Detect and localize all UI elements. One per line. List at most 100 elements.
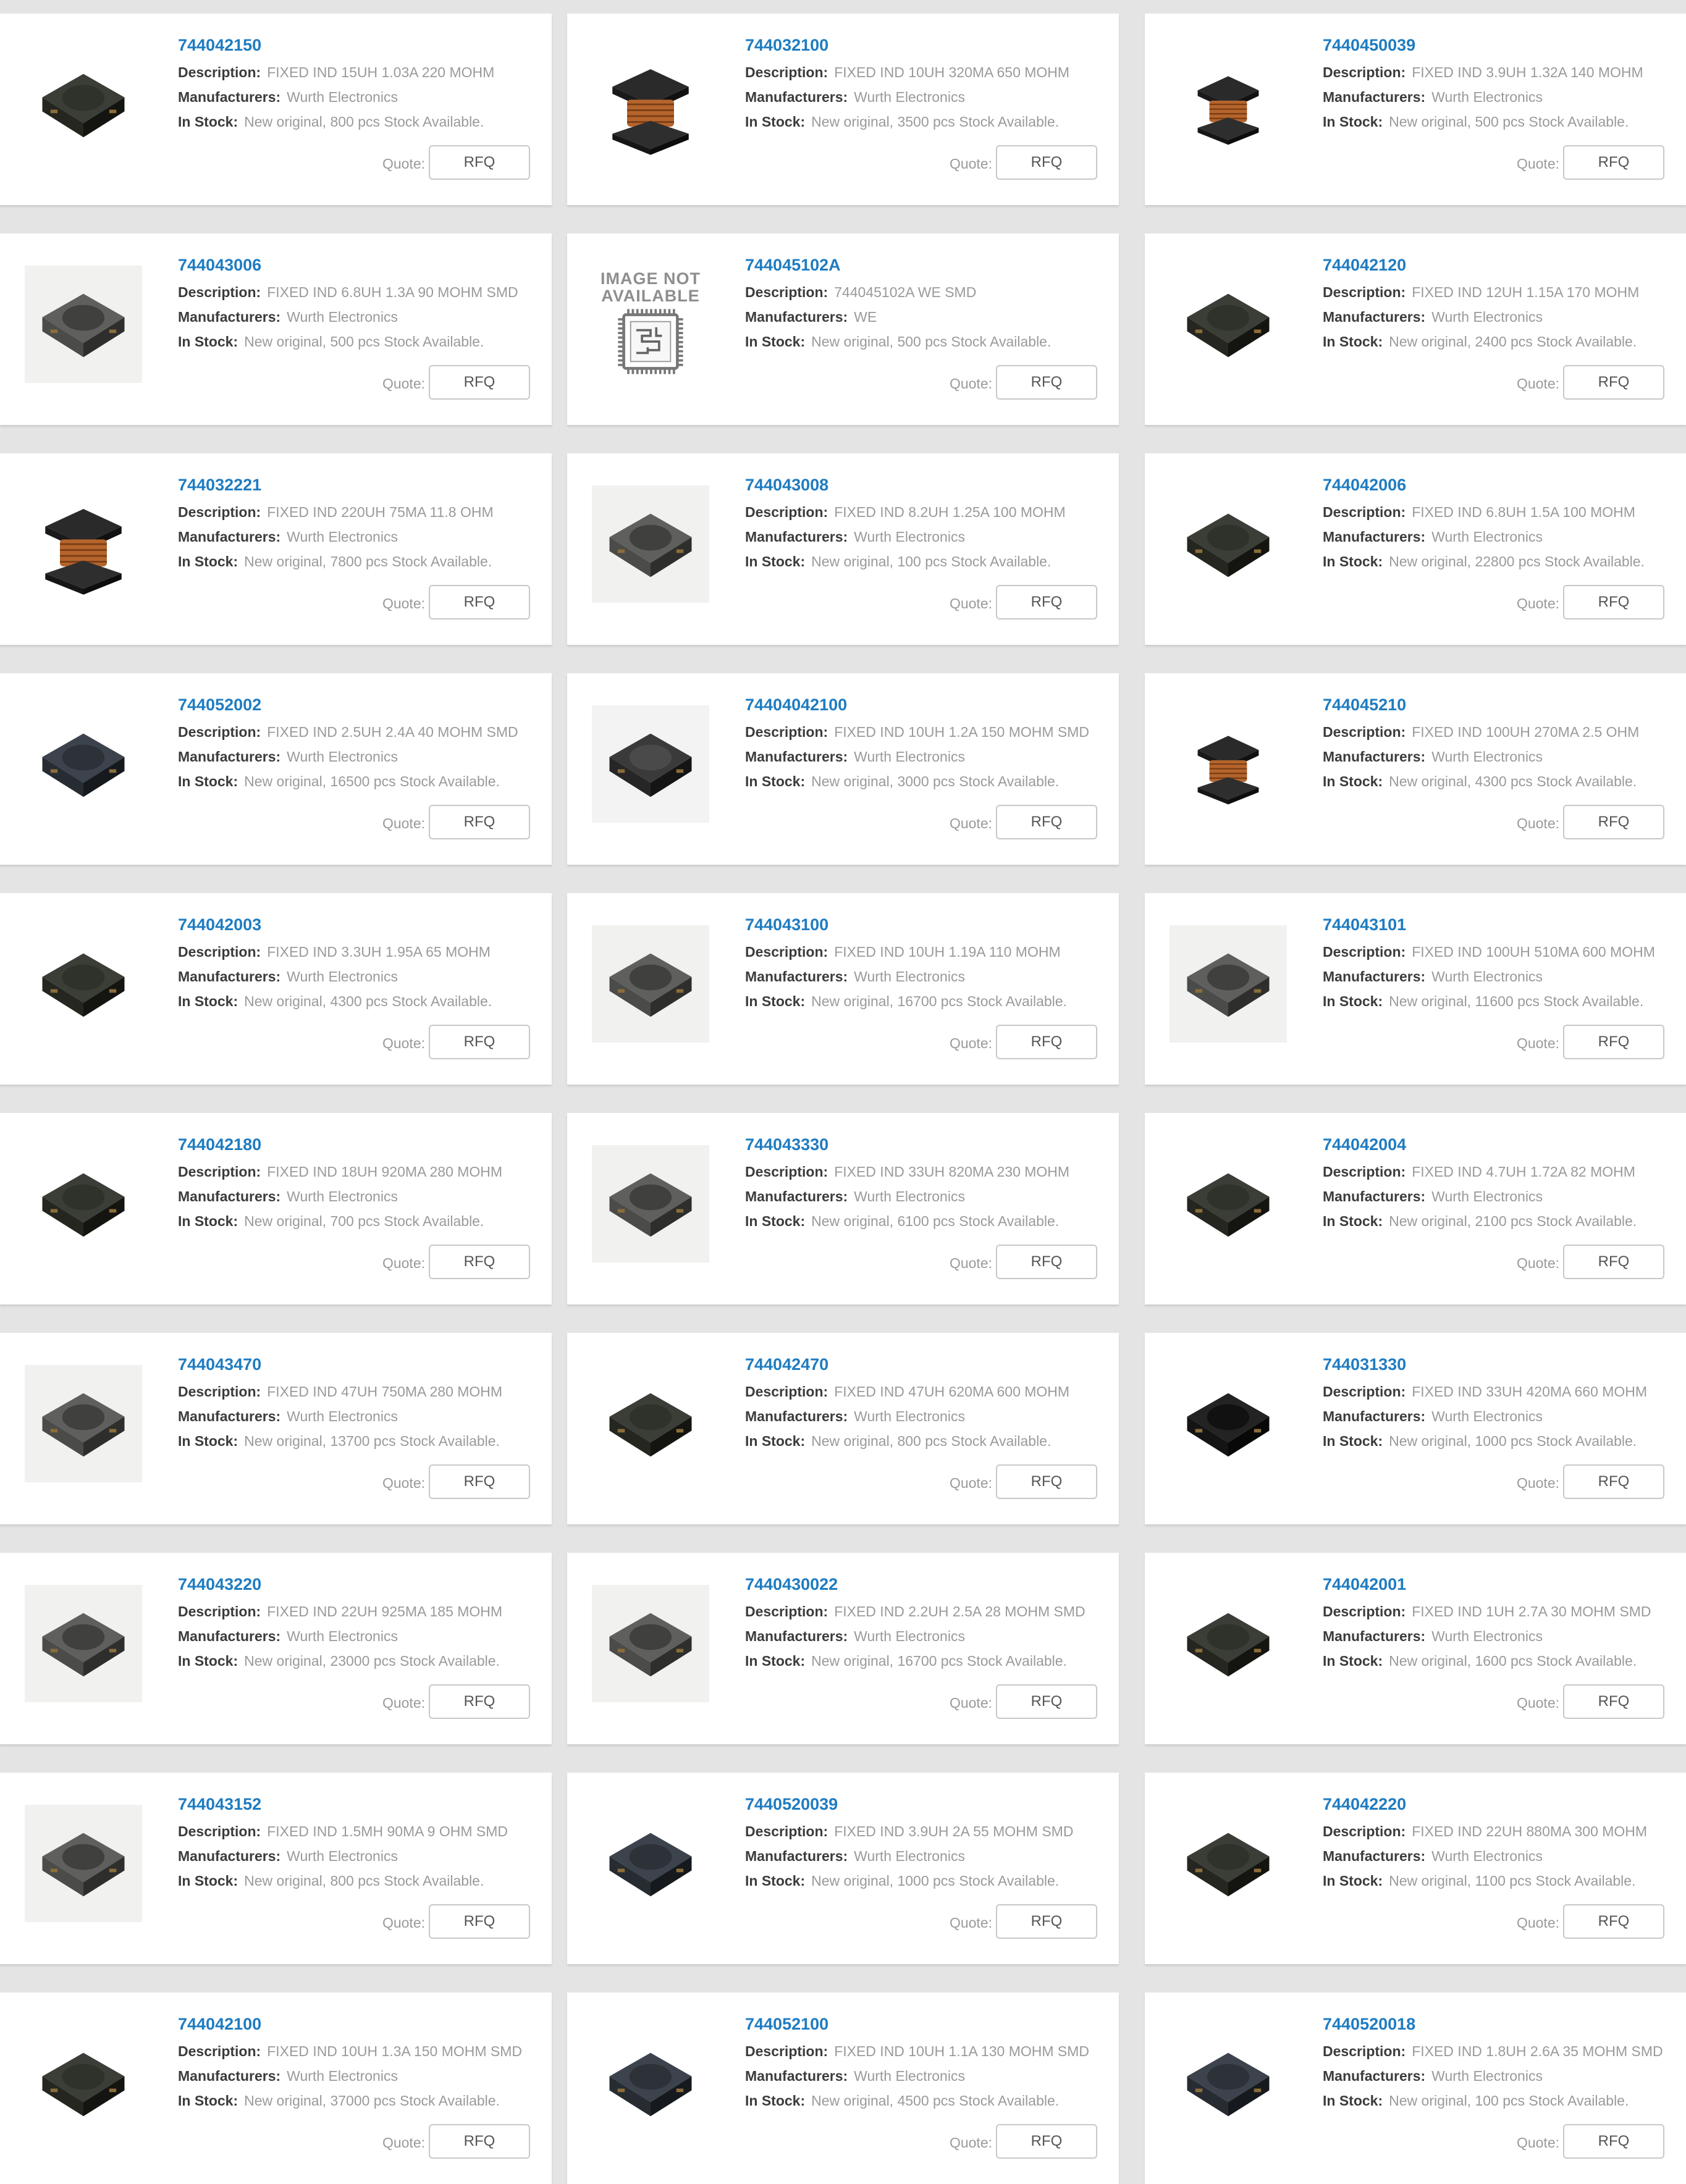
rfq-button[interactable]: RFQ (1563, 1904, 1664, 1939)
rfq-button[interactable]: RFQ (1563, 1684, 1664, 1719)
part-number-link[interactable]: 744042004 (1323, 1135, 1406, 1154)
shielded-inductor-charcoal-icon[interactable] (592, 705, 709, 823)
part-number-link[interactable]: 7440520039 (745, 1795, 838, 1814)
rfq-button[interactable]: RFQ (1563, 1245, 1664, 1279)
shielded-inductor-slate-icon[interactable] (592, 2025, 709, 2142)
shielded-inductor-dark-icon[interactable] (1170, 266, 1287, 383)
part-number-link[interactable]: 7440520018 (1323, 2015, 1415, 2034)
rfq-button[interactable]: RFQ (1563, 1025, 1664, 1059)
product-card: 7440430022 Description: FIXED IND 2.2UH 2… (567, 1553, 1119, 1744)
image-not-available-icon[interactable]: IMAGE NOT AVAILABLE (592, 266, 709, 383)
part-number-link[interactable]: 744052100 (745, 2015, 828, 2034)
rfq-button[interactable]: RFQ (996, 1245, 1097, 1279)
part-number-link[interactable]: 744042150 (178, 36, 261, 55)
quote-label: Quote: (949, 1695, 992, 1711)
shielded-inductor-dark-icon[interactable] (1170, 1585, 1287, 1702)
rfq-button[interactable]: RFQ (429, 1464, 530, 1499)
part-number-link[interactable]: 744043008 (745, 476, 828, 495)
rfq-button[interactable]: RFQ (1563, 585, 1664, 620)
rfq-button[interactable]: RFQ (1563, 1464, 1664, 1499)
part-number-link[interactable]: 744042120 (1323, 256, 1406, 275)
shielded-inductor-gray-icon[interactable] (25, 1805, 142, 1922)
part-number-link[interactable]: 744042001 (1323, 1575, 1406, 1594)
quote-label: Quote: (382, 1255, 425, 1271)
shielded-inductor-slate-icon[interactable] (592, 1805, 709, 1922)
part-number-link[interactable]: 744042003 (178, 915, 261, 934)
rfq-button[interactable]: RFQ (996, 365, 1097, 400)
wirewound-inductor-small-icon[interactable] (1170, 705, 1287, 823)
wirewound-inductor-large-icon[interactable] (592, 46, 709, 163)
shielded-inductor-gray-icon[interactable] (592, 925, 709, 1043)
shielded-inductor-gray-icon[interactable] (25, 1585, 142, 1702)
rfq-button[interactable]: RFQ (996, 2124, 1097, 2159)
part-number-link[interactable]: 744045210 (1323, 695, 1406, 715)
part-number-link[interactable]: 744043006 (178, 256, 261, 275)
rfq-button[interactable]: RFQ (996, 805, 1097, 839)
rfq-button[interactable]: RFQ (996, 1464, 1097, 1499)
part-number-link[interactable]: 74404042100 (745, 695, 847, 715)
wirewound-inductor-small-icon[interactable] (1170, 46, 1287, 163)
part-number-link[interactable]: 744052002 (178, 695, 261, 715)
rfq-button[interactable]: RFQ (429, 145, 530, 180)
shielded-inductor-slate-icon[interactable] (25, 705, 142, 823)
part-number-link[interactable]: 744043330 (745, 1135, 828, 1154)
manufacturer-value: Wurth Electronics (854, 529, 965, 545)
part-number-link[interactable]: 744045102A (745, 256, 841, 275)
shielded-inductor-gray-icon[interactable] (592, 1585, 709, 1702)
part-number-link[interactable]: 744042220 (1323, 1795, 1406, 1814)
rfq-button[interactable]: RFQ (996, 1904, 1097, 1939)
part-number-link[interactable]: 744042006 (1323, 476, 1406, 495)
shielded-inductor-gray-icon[interactable] (25, 266, 142, 383)
shielded-inductor-dark-icon[interactable] (1170, 485, 1287, 603)
part-number-link[interactable]: 744043470 (178, 1355, 261, 1374)
shielded-inductor-slate-icon[interactable] (1170, 2025, 1287, 2142)
rfq-button[interactable]: RFQ (429, 1025, 530, 1059)
part-number-link[interactable]: 744042180 (178, 1135, 261, 1154)
part-number-link[interactable]: 7440430022 (745, 1575, 838, 1594)
part-number-link[interactable]: 744043101 (1323, 915, 1406, 934)
shielded-inductor-dark-icon[interactable] (25, 925, 142, 1043)
rfq-button[interactable]: RFQ (996, 1684, 1097, 1719)
manufacturer-line: Manufacturers: Wurth Electronics (1323, 749, 1543, 765)
description-line: Description: 744045102A WE SMD (745, 284, 976, 301)
rfq-button[interactable]: RFQ (429, 365, 530, 400)
shielded-inductor-black-icon[interactable] (1170, 1365, 1287, 1482)
rfq-button[interactable]: RFQ (1563, 805, 1664, 839)
rfq-button[interactable]: RFQ (1563, 2124, 1664, 2159)
rfq-button[interactable]: RFQ (429, 805, 530, 839)
manufacturer-line: Manufacturers: Wurth Electronics (178, 1628, 398, 1645)
part-number-link[interactable]: 744043100 (745, 915, 828, 934)
rfq-button[interactable]: RFQ (429, 1245, 530, 1279)
part-number-link[interactable]: 744043152 (178, 1795, 261, 1814)
part-number-link[interactable]: 7440450039 (1323, 36, 1415, 55)
part-number-link[interactable]: 744031330 (1323, 1355, 1406, 1374)
part-number-link[interactable]: 744032221 (178, 476, 261, 495)
shielded-inductor-gray-icon[interactable] (25, 1365, 142, 1482)
part-number-link[interactable]: 744042100 (178, 2015, 261, 2034)
shielded-inductor-dark-icon[interactable] (25, 1145, 142, 1262)
shielded-inductor-dark-icon[interactable] (25, 2025, 142, 2142)
shielded-inductor-gray-icon[interactable] (592, 1145, 709, 1262)
rfq-button[interactable]: RFQ (996, 1025, 1097, 1059)
part-number-link[interactable]: 744042470 (745, 1355, 828, 1374)
part-number-link[interactable]: 744043220 (178, 1575, 261, 1594)
description-label: Description: (1323, 64, 1406, 80)
rfq-button[interactable]: RFQ (429, 1684, 530, 1719)
rfq-button[interactable]: RFQ (429, 585, 530, 620)
rfq-button[interactable]: RFQ (996, 585, 1097, 620)
rfq-button[interactable]: RFQ (429, 1904, 530, 1939)
rfq-button[interactable]: RFQ (1563, 145, 1664, 180)
shielded-inductor-gray-icon[interactable] (592, 485, 709, 603)
rfq-button[interactable]: RFQ (1563, 365, 1664, 400)
rfq-button[interactable]: RFQ (996, 145, 1097, 180)
part-number-link[interactable]: 744032100 (745, 36, 828, 55)
shielded-inductor-dark-icon[interactable] (1170, 1805, 1287, 1922)
shielded-inductor-dark-icon[interactable] (25, 46, 142, 163)
wirewound-inductor-large-icon[interactable] (25, 485, 142, 603)
shielded-inductor-dark-icon[interactable] (1170, 1145, 1287, 1262)
manufacturer-line: Manufacturers: Wurth Electronics (1323, 1628, 1543, 1645)
shielded-inductor-dark-icon[interactable] (592, 1365, 709, 1482)
description-line: Description: FIXED IND 22UH 925MA 185 MOH… (178, 1603, 502, 1620)
rfq-button[interactable]: RFQ (429, 2124, 530, 2159)
shielded-inductor-gray-icon[interactable] (1170, 925, 1287, 1043)
